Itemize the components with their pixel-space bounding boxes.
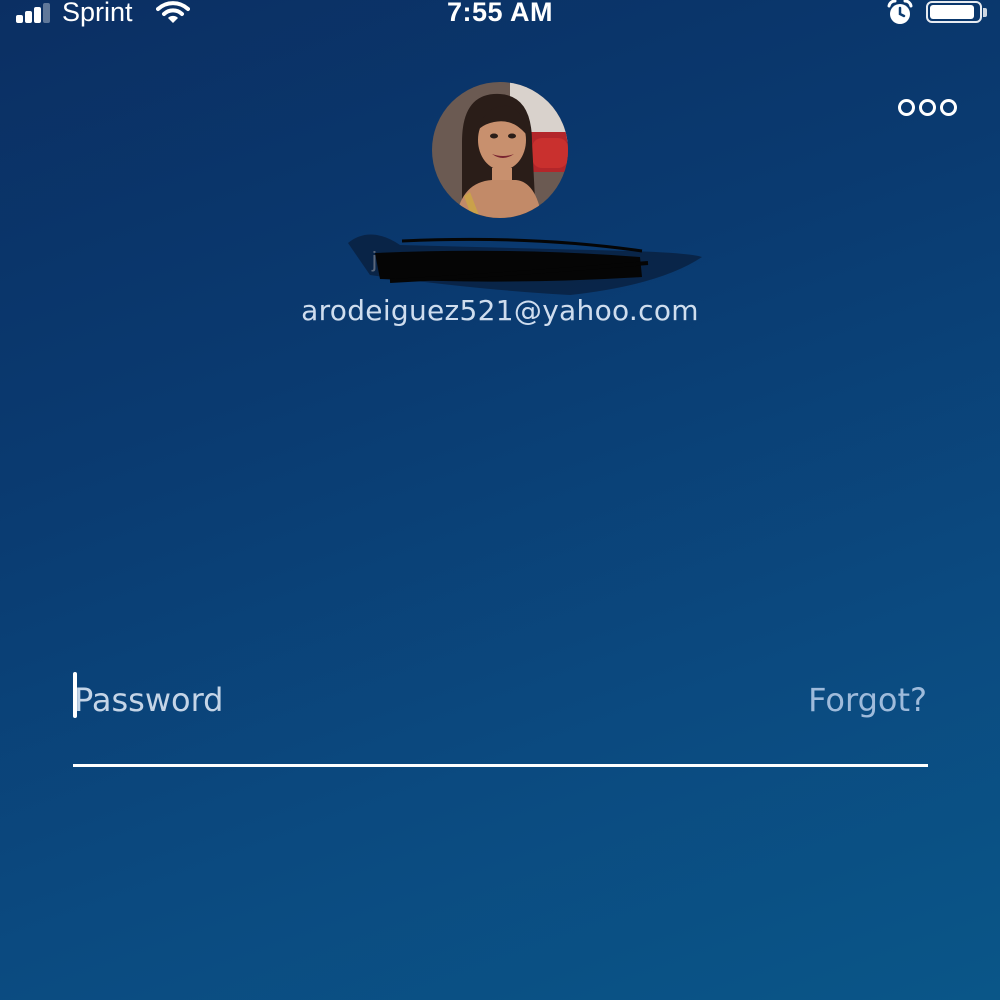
account-email: arodeiguez521@yahoo.com [301, 294, 699, 327]
status-time: 7:55 AM [446, 0, 554, 27]
password-underline [73, 764, 928, 767]
battery-tip [983, 8, 987, 17]
text-cursor [73, 672, 77, 718]
avatar [432, 82, 568, 218]
battery-level [930, 5, 974, 19]
redacted-name [330, 215, 720, 300]
battery-icon [926, 1, 982, 23]
alarm-icon [886, 0, 914, 30]
password-input[interactable] [74, 672, 714, 728]
status-bar: Sprint 7:55 AM [0, 0, 1000, 28]
more-options-icon[interactable] [892, 92, 964, 122]
forgot-password-link[interactable]: Forgot? [808, 681, 927, 719]
